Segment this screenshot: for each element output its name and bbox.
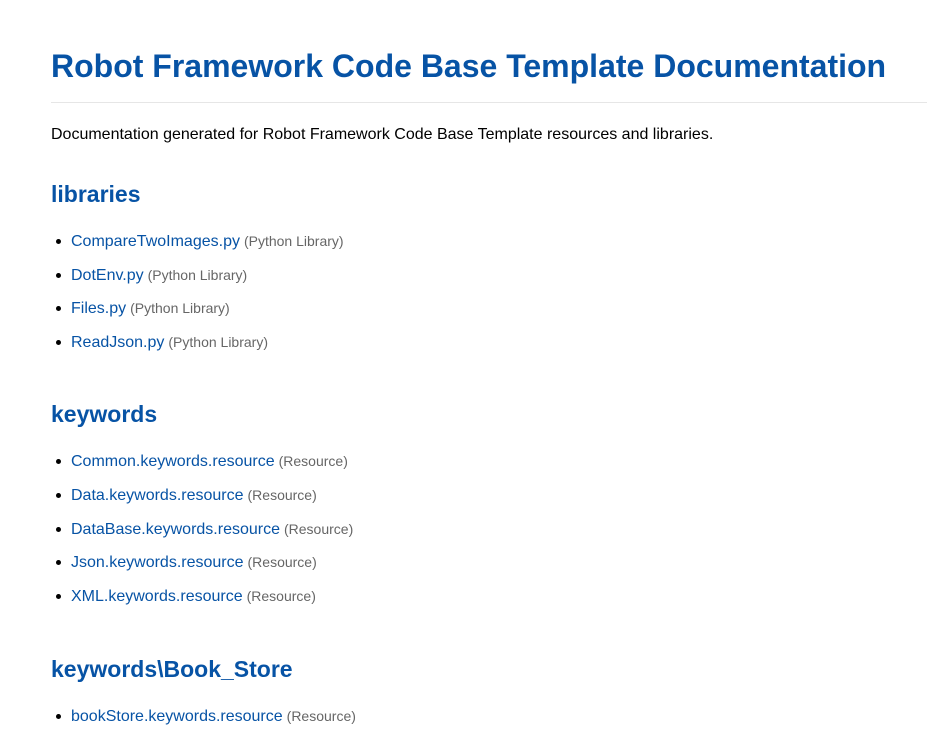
bullet-icon <box>56 459 61 465</box>
section-heading-book-store: keywords\Book_Store <box>51 656 293 683</box>
doc-link[interactable]: DotEnv.py <box>71 267 144 284</box>
bullet-icon <box>56 560 61 566</box>
doc-type-label: (Resource) <box>283 520 354 537</box>
doc-link[interactable]: DataBase.keywords.resource <box>71 521 280 538</box>
doc-type-label: (Resource) <box>247 554 317 571</box>
page-title: Robot Framework Code Base Template Docum… <box>51 48 887 84</box>
doc-link[interactable]: Data.keywords.resource <box>71 487 244 504</box>
intro-text: Documentation generated for Robot Framew… <box>51 126 714 143</box>
doc-link[interactable]: Files.py <box>71 300 126 317</box>
list-item: Files.py (Python Library) <box>51 298 927 332</box>
bullet-icon <box>56 272 61 278</box>
list-item: bookStore.keywords.resource (Resource) <box>51 706 927 740</box>
list-item: DataBase.keywords.resource (Resource) <box>51 519 927 553</box>
list-item: Json.keywords.resource (Resource) <box>51 552 927 586</box>
list-item: Common.keywords.resource (Resource) <box>51 451 927 485</box>
doc-type-label: (Python Library) <box>130 300 230 317</box>
section-heading-keywords: keywords <box>51 401 158 428</box>
list-item: Data.keywords.resource (Resource) <box>51 485 927 519</box>
bullet-icon <box>56 339 61 345</box>
section-heading-libraries: libraries <box>51 181 141 207</box>
book-store-list: bookStore.keywords.resource (Resource) <box>51 706 927 740</box>
keywords-list: Common.keywords.resource (Resource) Data.… <box>51 451 927 619</box>
bullet-icon <box>56 306 61 312</box>
libraries-list: CompareTwoImages.py (Python Library) DotE… <box>51 231 927 365</box>
doc-link[interactable]: bookStore.keywords.resource <box>71 708 283 725</box>
bullet-icon <box>56 593 61 599</box>
doc-type-label: (Resource) <box>278 453 348 470</box>
bullet-icon <box>56 239 61 244</box>
doc-type-label: (Python Library) <box>243 233 344 249</box>
doc-link[interactable]: XML.keywords.resource <box>71 588 243 605</box>
bullet-icon <box>56 492 61 498</box>
doc-type-label: (Python Library) <box>168 333 268 350</box>
doc-type-label: (Resource) <box>246 587 316 604</box>
list-item: XML.keywords.resource (Resource) <box>51 586 927 620</box>
doc-link[interactable]: ReadJson.py <box>71 334 164 351</box>
doc-type-label: (Python Library) <box>147 266 248 283</box>
bullet-icon <box>56 526 61 532</box>
list-item: DotEnv.py (Python Library) <box>51 265 927 299</box>
doc-link[interactable]: Json.keywords.resource <box>71 554 244 571</box>
list-item: ReadJson.py (Python Library) <box>51 332 927 366</box>
title-divider <box>51 102 927 103</box>
list-item: CompareTwoImages.py (Python Library) <box>51 231 927 265</box>
doc-link[interactable]: Common.keywords.resource <box>71 453 275 470</box>
doc-type-label: (Resource) <box>286 708 356 725</box>
bullet-icon <box>56 714 61 720</box>
doc-link[interactable]: CompareTwoImages.py <box>71 233 240 250</box>
doc-type-label: (Resource) <box>247 486 317 503</box>
documentation-page: Robot Framework Code Base Template Docum… <box>51 0 927 740</box>
